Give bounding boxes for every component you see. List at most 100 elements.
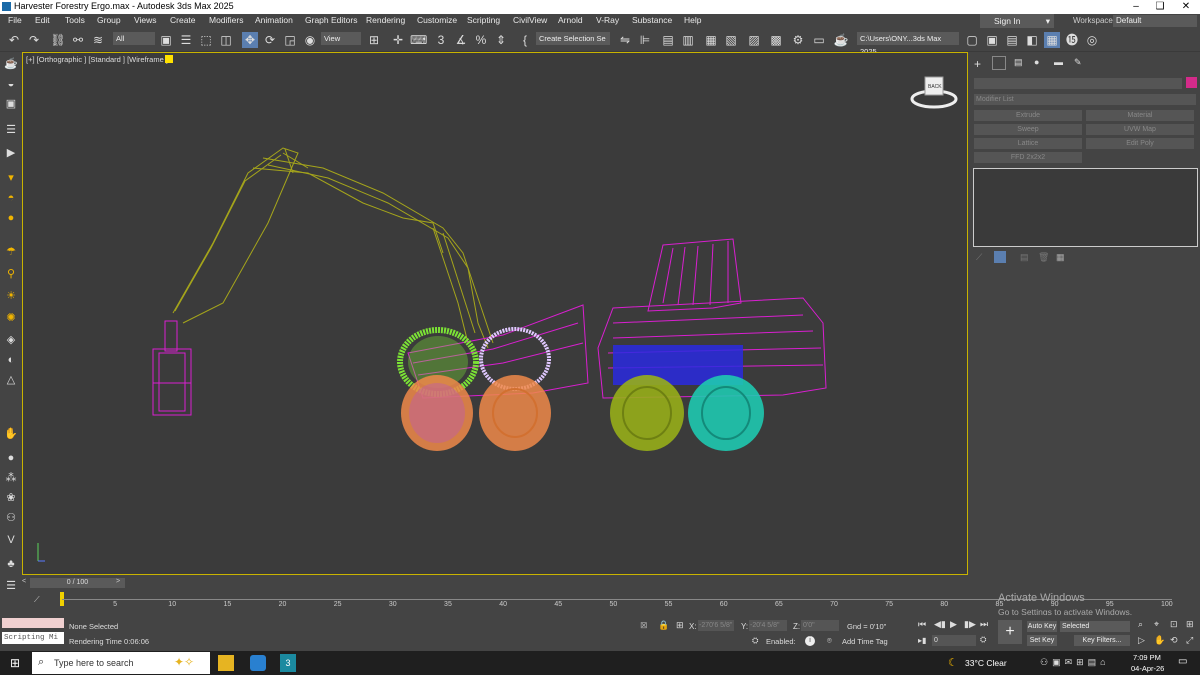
ffd-button[interactable]: FFD 2x2x2 <box>974 152 1082 163</box>
zoom-extents-all-icon[interactable]: ⊞ <box>1186 619 1194 630</box>
render-teapot-icon[interactable]: ☕ <box>833 32 849 48</box>
layer-explorer-icon[interactable]: ▥ <box>680 32 696 48</box>
unlink-icon[interactable]: ⚯ <box>70 32 86 48</box>
select-object-icon[interactable]: ▣ <box>158 32 174 48</box>
project-folder-icon[interactable]: ▢ <box>964 32 980 48</box>
scale-icon[interactable]: ◲ <box>282 32 298 48</box>
taskbar-search[interactable]: ⌕ Type here to search ✦✧ <box>32 652 210 674</box>
adaptive-icon[interactable]: ⛭ <box>752 636 758 646</box>
menu-views[interactable]: Views <box>134 15 157 25</box>
pivot-center-icon[interactable]: ⊞ <box>366 32 382 48</box>
current-frame-field[interactable]: 0 <box>932 635 976 646</box>
zoom-icon[interactable]: ⌕ <box>1138 619 1143 630</box>
goto-end-icon[interactable]: ⏭ <box>980 619 988 630</box>
mini-curve-icon[interactable]: ⟋ <box>34 595 40 605</box>
ball-icon[interactable]: ● <box>3 450 19 466</box>
teapot-icon[interactable]: ☕ <box>3 56 19 72</box>
scene-wireframe[interactable] <box>23 53 967 574</box>
align-icon[interactable]: ⊫ <box>637 32 653 48</box>
hand-icon[interactable]: ✋ <box>3 426 19 442</box>
next-frame-icon[interactable]: ▮▶ <box>964 619 976 630</box>
fifteen-icon[interactable]: ⓯ <box>1064 32 1080 48</box>
file-explorer-icon[interactable] <box>218 655 234 671</box>
tree-icon[interactable]: ♣ <box>3 556 19 572</box>
hierarchy-tab-icon[interactable]: ▤ <box>1014 57 1023 68</box>
lock-icon[interactable]: 🔒 <box>658 620 669 631</box>
redo-icon[interactable]: ↷ <box>26 32 42 48</box>
clock-date[interactable]: 04-Apr-26 <box>1131 664 1164 673</box>
time-prev-button[interactable]: < <box>22 578 30 588</box>
menu-rendering[interactable]: Rendering <box>366 15 405 25</box>
goto-start-icon[interactable]: ⏮ <box>918 619 926 630</box>
lattice-button[interactable]: Lattice <box>974 138 1082 149</box>
isolate-icon[interactable]: ⊠ <box>640 620 648 631</box>
menu-tools[interactable]: Tools <box>65 15 85 25</box>
create-tab-icon[interactable]: + <box>974 57 981 71</box>
atoms-icon[interactable]: ⁂ <box>3 470 19 486</box>
menu-animation[interactable]: Animation <box>255 15 293 25</box>
z-coordinate[interactable]: 0'0" <box>801 620 839 631</box>
close-button[interactable]: ✕ <box>1174 0 1198 14</box>
modify-tab-icon[interactable] <box>992 56 1006 70</box>
menu-edit[interactable]: Edit <box>35 15 50 25</box>
select-manipulate-icon[interactable]: ✛ <box>390 32 406 48</box>
move-icon[interactable]: ✥ <box>242 32 258 48</box>
time-next-button[interactable]: > <box>116 578 120 585</box>
prev-frame-icon[interactable]: ◀▮ <box>934 619 946 630</box>
sphere-icon[interactable]: ◐ <box>3 352 19 368</box>
time-config-icon[interactable]: ⛭ <box>980 635 986 645</box>
undo-icon[interactable]: ↶ <box>6 32 22 48</box>
menu-scripting[interactable]: Scripting <box>467 15 500 25</box>
add-time-tag[interactable]: Add Time Tag <box>842 637 888 646</box>
modifier-stack[interactable] <box>973 168 1198 247</box>
menu-create[interactable]: Create <box>170 15 196 25</box>
time-slider[interactable]: 0 / 100 <box>30 578 125 588</box>
workspaces-dropdown[interactable]: Default <box>1113 15 1197 27</box>
orbit-icon[interactable]: ⟲ <box>1170 635 1178 646</box>
scene-explorer-icon[interactable]: ▤ <box>660 32 676 48</box>
camera-icon[interactable]: ▣ <box>3 96 19 112</box>
menu-substance[interactable]: Substance <box>632 15 672 25</box>
rendered-frame-icon[interactable]: ▭ <box>811 32 827 48</box>
percent-snap-icon[interactable]: % <box>473 32 489 48</box>
edit-named-sel-icon[interactable]: { <box>517 32 533 48</box>
uvw-map-button[interactable]: UVW Map <box>1086 124 1194 135</box>
placement-icon[interactable]: ◉ <box>302 32 318 48</box>
notifications-icon[interactable]: ▭ <box>1178 656 1187 667</box>
enabled-toggle-icon[interactable]: i <box>805 636 815 646</box>
named-selection-dropdown[interactable]: Create Selection Se <box>536 32 610 45</box>
save-icon[interactable]: ▤ <box>1004 32 1020 48</box>
project-path-dropdown[interactable]: C:\Users\ONY...3ds Max 2025 <box>857 32 959 56</box>
window-crossing-icon[interactable]: ◫ <box>218 32 234 48</box>
pan-icon[interactable]: ✋ <box>1154 635 1165 646</box>
material-editor-icon[interactable]: ▩ <box>768 32 784 48</box>
maximize-viewport-icon[interactable]: ⤢ <box>1186 635 1193 646</box>
windows-start-icon[interactable]: ⊞ <box>10 656 20 670</box>
sweep-button[interactable]: Sweep <box>974 124 1082 135</box>
edit-poly-button[interactable]: Edit Poly <box>1086 138 1194 149</box>
modifier-list-dropdown[interactable]: Modifier List <box>974 94 1196 105</box>
cube-icon[interactable]: ◈ <box>3 332 19 348</box>
material-button[interactable]: Material <box>1086 110 1194 121</box>
menu-graph-editors[interactable]: Graph Editors <box>305 15 357 25</box>
shape-icon[interactable]: ◒ <box>3 76 19 92</box>
people-icon[interactable]: ⚇ <box>3 510 19 526</box>
vray-icon[interactable]: V <box>3 532 19 548</box>
angle-snap-icon[interactable]: ∡ <box>453 32 469 48</box>
curve-editor-icon[interactable]: ▧ <box>723 32 739 48</box>
object-name-field[interactable] <box>974 78 1182 89</box>
weather-text[interactable]: 33°C Clear <box>965 658 1007 668</box>
open-icon[interactable]: ▣ <box>984 32 1000 48</box>
play-icon[interactable]: ▶ <box>950 619 957 630</box>
selection-filter-dropdown[interactable]: All <box>113 32 155 45</box>
sphere-light-icon[interactable]: ● <box>3 210 19 226</box>
menu-file[interactable]: File <box>8 15 22 25</box>
render-setup-icon[interactable]: ⚙ <box>790 32 806 48</box>
extra-icon[interactable]: ◧ <box>1024 32 1040 48</box>
ribbon-icon[interactable]: ▦ <box>703 32 719 48</box>
motion-tab-icon[interactable]: ● <box>1034 57 1039 67</box>
rotate-icon[interactable]: ⟳ <box>262 32 278 48</box>
remove-modifier-icon[interactable]: 🗑 <box>1038 252 1049 263</box>
video-icon[interactable]: ▶ <box>3 145 19 161</box>
set-key-button[interactable]: Set Key <box>1027 635 1057 646</box>
